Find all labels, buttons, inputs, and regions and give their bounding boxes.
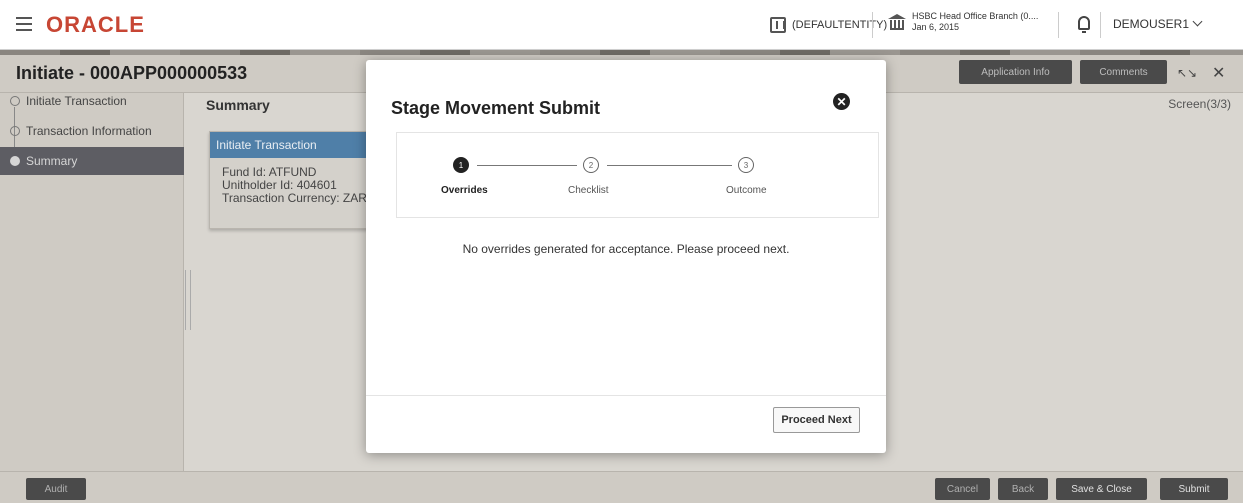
chevron-down-icon	[1192, 16, 1203, 27]
step-label-checklist: Checklist	[568, 185, 609, 196]
back-button[interactable]: Back	[998, 478, 1048, 500]
nav-item-transaction-information[interactable]: Transaction Information	[0, 117, 184, 145]
nav-item-label: Transaction Information	[26, 124, 152, 138]
application-info-button[interactable]: Application Info	[959, 60, 1072, 84]
nav-item-summary[interactable]: Summary	[0, 147, 184, 175]
step-label-overrides: Overrides	[441, 185, 488, 196]
step-dot-icon	[10, 156, 20, 166]
submit-button[interactable]: Submit	[1160, 478, 1228, 500]
branch-selector[interactable]: HSBC Head Office Branch (0.... Jan 6, 20…	[888, 11, 1038, 33]
expand-icon[interactable]: ↖↘	[1177, 66, 1197, 80]
bank-icon	[888, 14, 906, 30]
comments-button[interactable]: Comments	[1080, 60, 1167, 84]
step-3-circle: 3	[738, 157, 754, 173]
step-1-circle: 1	[453, 157, 469, 173]
hamburger-menu-icon[interactable]	[16, 17, 32, 31]
page-title: Initiate - 000APP000000533	[16, 63, 248, 83]
dialog-close-icon[interactable]: ✕	[833, 93, 850, 110]
bell-icon[interactable]	[1078, 16, 1090, 33]
step-label-outcome: Outcome	[726, 185, 767, 196]
stage-movement-dialog: Stage Movement Submit ✕ 1 2 3 Overrides …	[366, 60, 886, 453]
entity-selector[interactable]: (DEFAULTENTITY)	[770, 17, 887, 33]
header-divider	[1058, 12, 1059, 38]
panel-splitter[interactable]	[185, 270, 191, 330]
dialog-footer-divider	[366, 395, 886, 396]
save-close-button[interactable]: Save & Close	[1056, 478, 1147, 500]
step-connector	[607, 165, 732, 166]
nav-item-initiate-transaction[interactable]: Initiate Transaction	[0, 87, 184, 115]
oracle-logo: ORACLE	[46, 12, 145, 37]
audit-button[interactable]: Audit	[26, 478, 86, 500]
dialog-title: Stage Movement Submit	[391, 98, 601, 118]
proceed-next-button[interactable]: Proceed Next	[773, 407, 860, 433]
user-menu[interactable]: DEMOUSER1	[1113, 16, 1203, 31]
user-name: DEMOUSER1	[1113, 17, 1190, 31]
top-header: ORACLE (DEFAULTENTITY) HSBC Head Office …	[0, 0, 1243, 50]
nav-item-label: Summary	[26, 154, 78, 168]
summary-heading: Summary	[206, 97, 270, 113]
card-title: Initiate Transaction	[210, 132, 378, 158]
nav-item-label: Initiate Transaction	[26, 94, 127, 108]
transaction-currency: Transaction Currency: ZAR	[222, 191, 367, 205]
left-navigation: Initiate Transaction Transaction Informa…	[0, 93, 184, 471]
bottom-action-bar: Audit Cancel Back Save & Close Submit	[0, 471, 1243, 503]
dialog-message: No overrides generated for acceptance. P…	[462, 242, 790, 256]
step-connector	[477, 165, 577, 166]
step-2-circle: 2	[583, 157, 599, 173]
branch-date: Jan 6, 2015	[912, 22, 960, 32]
header-divider	[872, 12, 873, 38]
stepper: 1 2 3 Overrides Checklist Outcome	[396, 132, 879, 218]
cancel-button[interactable]: Cancel	[935, 478, 990, 500]
step-dot-icon	[10, 96, 20, 106]
building-icon	[770, 17, 786, 33]
summary-card[interactable]: Initiate Transaction Fund Id: ATFUND Uni…	[209, 131, 379, 229]
header-divider	[1100, 12, 1101, 38]
branch-name: HSBC Head Office Branch (0....	[912, 11, 1039, 21]
step-dot-icon	[10, 126, 20, 136]
close-icon[interactable]: ✕	[1212, 63, 1225, 83]
screen-counter: Screen(3/3)	[1168, 97, 1231, 111]
